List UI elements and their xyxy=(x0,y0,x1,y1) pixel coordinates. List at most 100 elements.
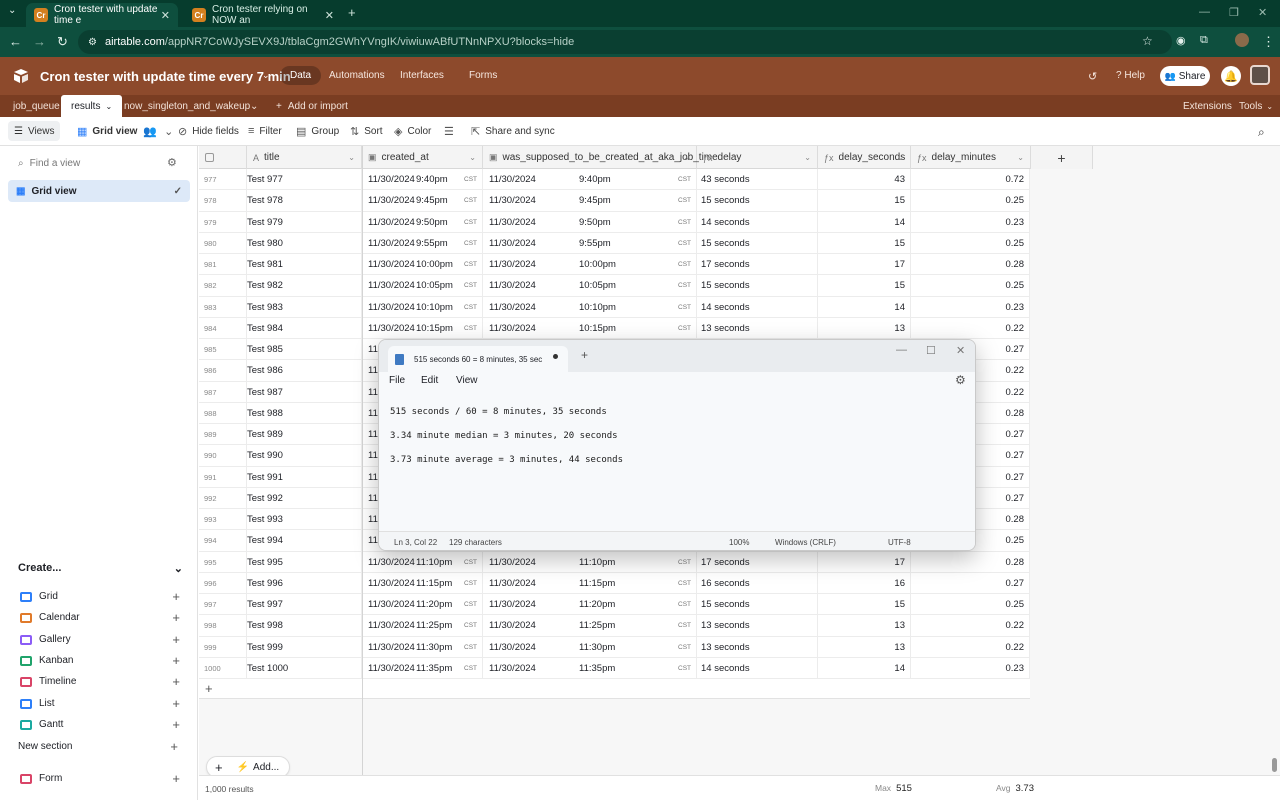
menu-edit[interactable]: Edit xyxy=(421,375,438,386)
cell-delay-seconds[interactable]: 16 xyxy=(818,572,911,594)
cell-delay-seconds[interactable]: 14 xyxy=(818,657,911,679)
column-header-delay[interactable]: ƒx delay ⌄ xyxy=(697,146,818,169)
table-row[interactable]: 981 Test 981 11/30/2024 10:00pm CST 11/30/202… xyxy=(199,254,1030,276)
summary-max[interactable]: Max 515 xyxy=(875,783,912,794)
cell-title[interactable]: Test 992 xyxy=(247,487,362,509)
cell-delay-minutes[interactable]: 0.25 xyxy=(911,275,1030,297)
create-timeline[interactable]: Timeline + xyxy=(20,674,180,689)
notepad-tab[interactable]: 515 seconds 60 = 8 minutes, 35 sec xyxy=(388,346,568,372)
column-header-title[interactable]: Atitle ⌄ xyxy=(247,146,362,169)
cell-delay[interactable]: 14 seconds xyxy=(697,296,818,318)
history-icon[interactable]: ↺ xyxy=(1088,70,1097,83)
cell-title[interactable]: Test 995 xyxy=(247,551,362,573)
summary-avg[interactable]: Avg 3.73 xyxy=(996,783,1034,794)
chevron-down-icon[interactable]: ⌄ xyxy=(262,70,270,81)
cell-title[interactable]: Test 978 xyxy=(247,190,362,212)
plus-icon[interactable]: + xyxy=(172,632,180,647)
table-row[interactable]: 999 Test 999 11/30/2024 11:30pm CST 11/30/202… xyxy=(199,636,1030,658)
help-button[interactable]: ? Help xyxy=(1116,70,1145,81)
column-header-created-at[interactable]: ▣ created_at ⌄ xyxy=(362,146,483,169)
sort-button[interactable]: ⇅ Sort xyxy=(350,125,383,138)
cell-delay[interactable]: 17 seconds xyxy=(697,254,818,275)
create-form[interactable]: Form + xyxy=(20,771,180,786)
share-button[interactable]: 👥 Share xyxy=(1160,66,1210,86)
table-tab-now-singleton[interactable]: now_singleton_and_wakeup xyxy=(114,95,260,117)
cell-created-at[interactable]: 11/30/2024 11:15pm CST xyxy=(362,572,483,594)
plus-icon[interactable]: + xyxy=(172,771,180,786)
cell-delay-seconds[interactable]: 17 xyxy=(818,551,911,573)
sidebar-item-grid-view[interactable]: ▦ Grid view ✓ xyxy=(8,180,190,202)
cell-delay[interactable]: 13 seconds xyxy=(697,317,818,339)
new-tab-icon[interactable]: + xyxy=(581,348,588,362)
cell-created-at[interactable]: 11/30/2024 11:25pm CST xyxy=(362,615,483,637)
hide-fields-button[interactable]: ⊘ Hide fields xyxy=(178,125,239,138)
cell-delay-seconds[interactable]: 13 xyxy=(818,615,911,637)
cell-delay-minutes[interactable]: 0.23 xyxy=(911,296,1030,318)
chevron-down-icon[interactable]: ⌄ xyxy=(105,102,112,111)
menu-view[interactable]: View xyxy=(456,375,478,386)
maximize-icon[interactable]: ☐ xyxy=(926,344,936,357)
close-icon[interactable]: ✕ xyxy=(956,344,965,357)
cell-delay-minutes[interactable]: 0.23 xyxy=(911,657,1030,679)
cell-job-time[interactable]: 11/30/2024 11:20pm CST xyxy=(483,594,697,615)
unsaved-dot-icon[interactable] xyxy=(553,354,558,359)
share-sync-button[interactable]: ⇱ Share and sync xyxy=(471,125,555,138)
cell-created-at[interactable]: 11/30/2024 10:00pm CST xyxy=(362,254,483,275)
table-row[interactable]: 1000 Test 1000 11/30/2024 11:35pm CST 11/30/2… xyxy=(199,657,1030,679)
cell-delay-seconds[interactable]: 15 xyxy=(818,275,911,297)
minimize-icon[interactable]: — xyxy=(1199,6,1210,18)
cell-title[interactable]: Test 1000 xyxy=(247,657,362,679)
table-row[interactable]: 982 Test 982 11/30/2024 10:05pm CST 11/30/202… xyxy=(199,275,1030,297)
cell-title[interactable]: Test 998 xyxy=(247,615,362,637)
maximize-icon[interactable]: ❐ xyxy=(1229,6,1239,19)
cell-title[interactable]: Test 981 xyxy=(247,254,362,275)
forward-icon[interactable]: → xyxy=(33,34,46,49)
cell-job-time[interactable]: 11/30/2024 9:55pm CST xyxy=(483,232,697,254)
cell-delay-seconds[interactable]: 17 xyxy=(818,254,911,275)
cell-delay-seconds[interactable]: 15 xyxy=(818,232,911,254)
cell-created-at[interactable]: 11/30/2024 9:50pm CST xyxy=(362,211,483,233)
cell-delay[interactable]: 14 seconds xyxy=(697,211,818,233)
cell-job-time[interactable]: 11/30/2024 11:10pm CST xyxy=(483,551,697,573)
vertical-scrollbar[interactable] xyxy=(1272,758,1277,772)
chevron-down-icon[interactable]: ⌄ xyxy=(469,153,476,162)
table-row[interactable]: 978 Test 978 11/30/2024 9:45pm CST 11/30/2024… xyxy=(199,190,1030,212)
cell-delay-minutes[interactable]: 0.28 xyxy=(911,551,1030,573)
table-row[interactable]: 983 Test 983 11/30/2024 10:10pm CST 11/30/202… xyxy=(199,296,1030,318)
cell-delay-minutes[interactable]: 0.25 xyxy=(911,594,1030,615)
cell-title[interactable]: Test 988 xyxy=(247,402,362,424)
extension-icon[interactable]: ◉ xyxy=(1176,34,1186,47)
create-gallery[interactable]: Gallery + xyxy=(20,632,180,647)
cell-delay-minutes[interactable]: 0.25 xyxy=(911,232,1030,254)
menu-file[interactable]: File xyxy=(389,375,405,386)
plus-icon[interactable]: + xyxy=(172,717,180,732)
column-header-job-time[interactable]: ▣ was_supposed_to_be_created_at_aka_job_t… xyxy=(483,146,718,169)
views-button[interactable]: ☰ Views xyxy=(8,121,61,141)
add-record-row[interactable]: + xyxy=(199,679,1030,699)
gear-icon[interactable]: ⚙ xyxy=(955,373,966,387)
search-icon[interactable]: ⌕ xyxy=(1258,125,1265,140)
puzzle-icon[interactable]: ⧉ xyxy=(1200,34,1208,47)
plus-icon[interactable]: + xyxy=(172,610,180,625)
cell-delay-seconds[interactable]: 14 xyxy=(818,296,911,318)
cell-delay-minutes[interactable]: 0.28 xyxy=(911,254,1030,275)
cell-job-time[interactable]: 11/30/2024 11:30pm CST xyxy=(483,636,697,658)
nav-data[interactable]: Data xyxy=(280,66,322,85)
select-all-checkbox[interactable] xyxy=(199,146,247,169)
notifications-bell-icon[interactable]: 🔔 xyxy=(1221,66,1241,86)
create-grid[interactable]: Grid + xyxy=(20,589,180,604)
cell-created-at[interactable]: 11/30/2024 11:20pm CST xyxy=(362,594,483,615)
row-height-button[interactable]: ☰ xyxy=(444,125,459,138)
chevron-down-icon[interactable]: ⌄ xyxy=(348,153,355,162)
cell-title[interactable]: Test 991 xyxy=(247,466,362,488)
column-header-delay-seconds[interactable]: ƒx delay_seconds ⌄ xyxy=(818,146,911,169)
cell-title[interactable]: Test 986 xyxy=(247,360,362,382)
table-row[interactable]: 979 Test 979 11/30/2024 9:50pm CST 11/30/2024… xyxy=(199,211,1030,233)
table-row[interactable]: 995 Test 995 11/30/2024 11:10pm CST 11/30/202… xyxy=(199,551,1030,573)
cell-delay-minutes[interactable]: 0.72 xyxy=(911,169,1030,190)
site-info-icon[interactable]: ⚙ xyxy=(88,37,97,48)
cell-delay-minutes[interactable]: 0.22 xyxy=(911,615,1030,637)
nav-interfaces[interactable]: Interfaces xyxy=(400,70,444,81)
cell-delay-minutes[interactable]: 0.22 xyxy=(911,636,1030,658)
column-header-delay-minutes[interactable]: ƒx delay_minutes ⌄ xyxy=(911,146,1031,169)
